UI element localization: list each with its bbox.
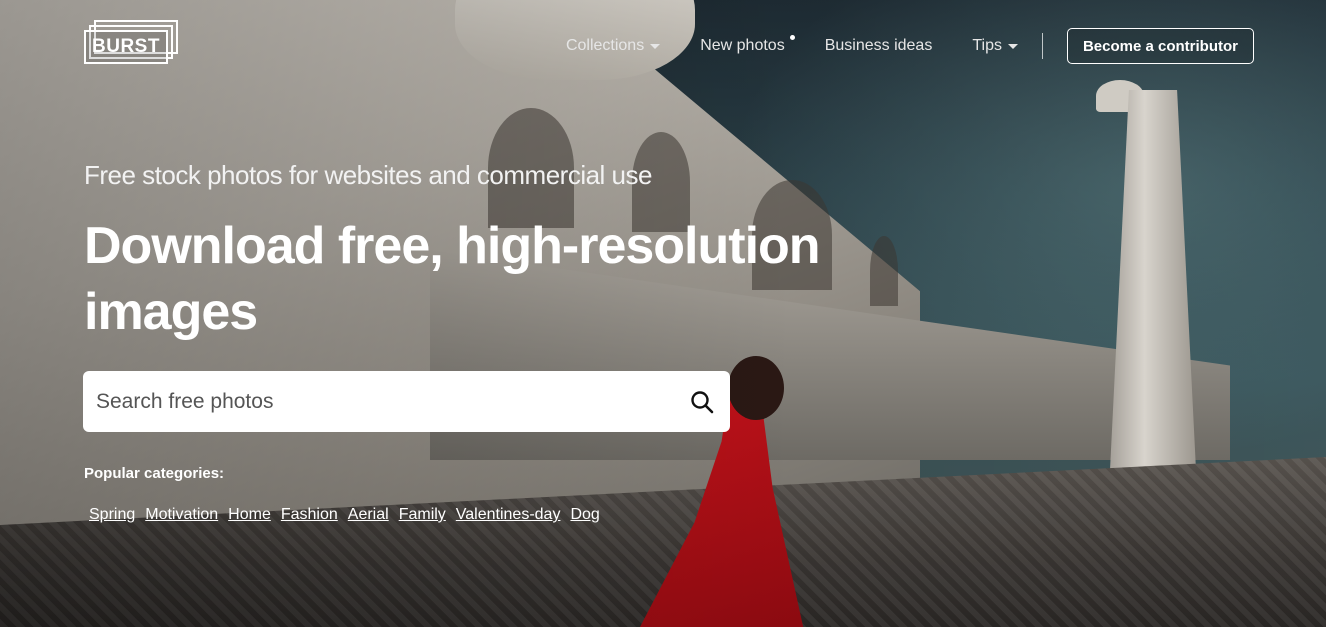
become-contributor-button[interactable]: Become a contributor [1066,28,1254,64]
nav-business-ideas-label: Business ideas [824,37,933,54]
nav-tips[interactable]: Tips [972,37,1018,55]
hero-subtitle: Free stock photos for websites and comme… [84,160,652,190]
search-input[interactable] [83,371,674,432]
burst-logo[interactable]: BURST [84,20,178,64]
nav-business-ideas[interactable]: Business ideas [825,37,933,55]
category-link[interactable]: Valentines-day [456,506,561,524]
nav-tips-label: Tips [972,37,1002,54]
category-link[interactable]: Aerial [348,506,389,524]
nav-divider [1041,33,1043,59]
search-button[interactable] [674,371,730,432]
nav-collections-label: Collections [565,37,645,54]
chevron-down-icon [1007,43,1018,49]
top-navigation: Collections New photos Business ideas Ti… [566,28,1254,64]
popular-categories-label: Popular categories: [84,465,225,482]
category-link[interactable]: Home [228,506,271,524]
nav-collections[interactable]: Collections [565,37,661,55]
hero-headline: Download free, high-resolution images [84,217,821,341]
category-link[interactable]: Spring [89,506,135,524]
chevron-down-icon [650,43,661,49]
category-link[interactable]: Family [399,506,446,524]
category-link[interactable]: Motivation [145,506,218,524]
category-link[interactable]: Fashion [281,506,338,524]
new-indicator-dot [789,35,795,40]
nav-new-photos-label: New photos [700,37,785,54]
nav-new-photos[interactable]: New photos [700,35,795,55]
category-link[interactable]: Dog [570,506,599,524]
logo-text: BURST [84,30,168,64]
popular-categories-list: Spring Motivation Home Fashion Aerial Fa… [89,506,600,524]
search-bar [83,371,730,432]
search-icon [691,390,714,413]
